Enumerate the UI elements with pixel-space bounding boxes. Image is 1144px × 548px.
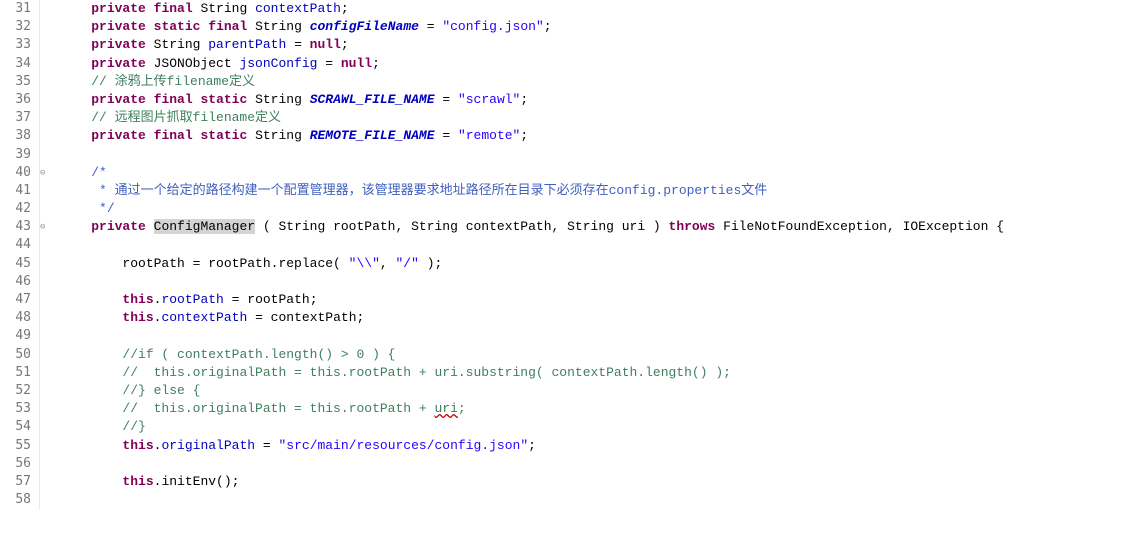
code-line[interactable]: this.rootPath = rootPath; xyxy=(60,291,1144,309)
code-line[interactable]: //} else { xyxy=(60,382,1144,400)
code-line[interactable]: // this.originalPath = this.rootPath + u… xyxy=(60,400,1144,418)
line-number: 55 xyxy=(8,437,31,455)
code-line[interactable]: this.initEnv(); xyxy=(60,473,1144,491)
line-number-gutter: 3132333435363738394041424344454647484950… xyxy=(0,0,40,509)
code-line[interactable]: private String parentPath = null; xyxy=(60,36,1144,54)
line-number: 58 xyxy=(8,491,31,509)
code-line[interactable]: this.contextPath = contextPath; xyxy=(60,309,1144,327)
line-number: 35 xyxy=(8,73,31,91)
line-number: 43 xyxy=(8,218,31,236)
code-line[interactable]: //if ( contextPath.length() > 0 ) { xyxy=(60,346,1144,364)
line-number: 40 xyxy=(8,164,31,182)
line-number: 37 xyxy=(8,109,31,127)
line-number: 57 xyxy=(8,473,31,491)
line-number: 54 xyxy=(8,418,31,436)
line-number: 49 xyxy=(8,327,31,345)
line-number: 53 xyxy=(8,400,31,418)
line-number: 36 xyxy=(8,91,31,109)
code-line[interactable]: /* xyxy=(60,164,1144,182)
code-line[interactable]: //} xyxy=(60,418,1144,436)
code-line[interactable]: private static final String configFileNa… xyxy=(60,18,1144,36)
line-number: 44 xyxy=(8,236,31,254)
code-line[interactable]: * 通过一个给定的路径构建一个配置管理器，该管理器要求地址路径所在目录下必须存在… xyxy=(60,182,1144,200)
fold-marker[interactable]: ⊖ xyxy=(40,218,54,236)
code-line[interactable]: */ xyxy=(60,200,1144,218)
line-number: 46 xyxy=(8,273,31,291)
code-line[interactable]: // 涂鸦上传filename定义 xyxy=(60,73,1144,91)
code-line[interactable]: this.originalPath = "src/main/resources/… xyxy=(60,437,1144,455)
line-number: 39 xyxy=(8,146,31,164)
code-line[interactable]: // this.originalPath = this.rootPath + u… xyxy=(60,364,1144,382)
line-number: 51 xyxy=(8,364,31,382)
fold-marker-column: ⊖⊖ xyxy=(40,0,54,509)
code-line[interactable]: private final static String REMOTE_FILE_… xyxy=(60,127,1144,145)
line-number: 31 xyxy=(8,0,31,18)
line-number: 33 xyxy=(8,36,31,54)
line-number: 41 xyxy=(8,182,31,200)
fold-marker[interactable]: ⊖ xyxy=(40,164,54,182)
code-line[interactable] xyxy=(60,491,1144,509)
code-line[interactable] xyxy=(60,146,1144,164)
code-line[interactable] xyxy=(60,455,1144,473)
line-number: 56 xyxy=(8,455,31,473)
line-number: 48 xyxy=(8,309,31,327)
line-number: 34 xyxy=(8,55,31,73)
code-line[interactable]: private ConfigManager ( String rootPath,… xyxy=(60,218,1144,236)
line-number: 38 xyxy=(8,127,31,145)
line-number: 45 xyxy=(8,255,31,273)
line-number: 52 xyxy=(8,382,31,400)
line-number: 47 xyxy=(8,291,31,309)
line-number: 50 xyxy=(8,346,31,364)
code-line[interactable] xyxy=(60,327,1144,345)
line-number: 32 xyxy=(8,18,31,36)
code-line[interactable] xyxy=(60,236,1144,254)
code-line[interactable]: rootPath = rootPath.replace( "\\", "/" )… xyxy=(60,255,1144,273)
code-line[interactable] xyxy=(60,273,1144,291)
code-line[interactable]: private JSONObject jsonConfig = null; xyxy=(60,55,1144,73)
code-line[interactable]: // 远程图片抓取filename定义 xyxy=(60,109,1144,127)
line-number: 42 xyxy=(8,200,31,218)
code-area[interactable]: private final String contextPath; privat… xyxy=(54,0,1144,509)
code-line[interactable]: private final String contextPath; xyxy=(60,0,1144,18)
code-line[interactable]: private final static String SCRAWL_FILE_… xyxy=(60,91,1144,109)
